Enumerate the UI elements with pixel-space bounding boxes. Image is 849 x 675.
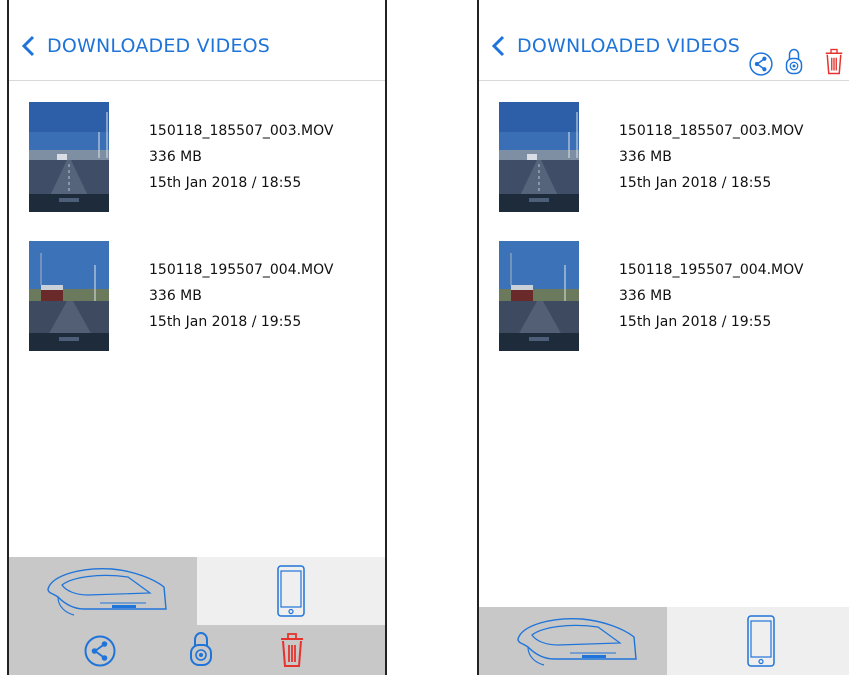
right-screen: DOWNLOADED VIDEOS 150118_185507_003.MOV … [477,0,849,675]
video-date: 15th Jan 2018 / 19:55 [149,314,302,330]
tab-phone[interactable] [667,607,849,675]
lock-icon [189,631,213,667]
video-size: 336 MB [149,288,202,304]
video-size: 336 MB [619,288,672,304]
video-filename: 150118_195507_004.MOV [619,262,804,278]
phone-icon [747,615,775,667]
tab-dashcam[interactable] [479,607,669,675]
tab-phone[interactable] [197,557,385,625]
video-thumbnail[interactable] [29,102,109,212]
video-date: 15th Jan 2018 / 18:55 [149,175,302,191]
action-bar [9,625,385,675]
page-title: DOWNLOADED VIDEOS [517,35,741,57]
lock-button[interactable] [189,631,213,667]
source-tab-bar [9,557,385,625]
video-meta: 150118_185507_003.MOV 336 MB 15th Jan 20… [619,118,804,196]
video-thumbnail[interactable] [29,241,109,351]
tab-dashcam[interactable] [9,557,197,625]
share-button[interactable] [749,52,773,76]
video-size: 336 MB [619,149,672,165]
share-icon [749,52,773,76]
lock-button[interactable] [785,48,803,75]
header: DOWNLOADED VIDEOS [479,0,849,81]
video-date: 15th Jan 2018 / 19:55 [619,314,772,330]
video-thumbnail[interactable] [499,241,579,351]
lock-icon [785,48,803,75]
video-thumbnail[interactable] [499,102,579,212]
share-button[interactable] [84,635,116,667]
video-meta: 150118_195507_004.MOV 336 MB 15th Jan 20… [149,257,334,335]
share-icon [84,635,116,667]
trash-icon [824,48,844,75]
left-screen: DOWNLOADED VIDEOS 150118_185507_003.MOV … [7,0,387,675]
chevron-left-icon[interactable] [491,35,505,57]
trash-icon [279,632,305,668]
video-filename: 150118_195507_004.MOV [149,262,334,278]
video-filename: 150118_185507_003.MOV [149,123,334,139]
page-title: DOWNLOADED VIDEOS [47,35,271,57]
video-list-item[interactable]: 150118_195507_004.MOV 336 MB 15th Jan 20… [9,241,385,351]
dashcam-icon [42,563,172,619]
video-filename: 150118_185507_003.MOV [619,123,804,139]
dashcam-icon [512,613,642,669]
delete-button[interactable] [824,48,844,75]
video-meta: 150118_185507_003.MOV 336 MB 15th Jan 20… [149,118,334,196]
phone-icon [277,565,305,617]
video-meta: 150118_195507_004.MOV 336 MB 15th Jan 20… [619,257,804,335]
source-tab-bar [479,607,849,675]
video-date: 15th Jan 2018 / 18:55 [619,175,772,191]
header: DOWNLOADED VIDEOS [9,0,385,81]
video-list-item[interactable]: 150118_185507_003.MOV 336 MB 15th Jan 20… [479,102,849,212]
chevron-left-icon[interactable] [21,35,35,57]
delete-button[interactable] [279,632,305,668]
video-list-item[interactable]: 150118_195507_004.MOV 336 MB 15th Jan 20… [479,241,849,351]
video-size: 336 MB [149,149,202,165]
video-list-item[interactable]: 150118_185507_003.MOV 336 MB 15th Jan 20… [9,102,385,212]
